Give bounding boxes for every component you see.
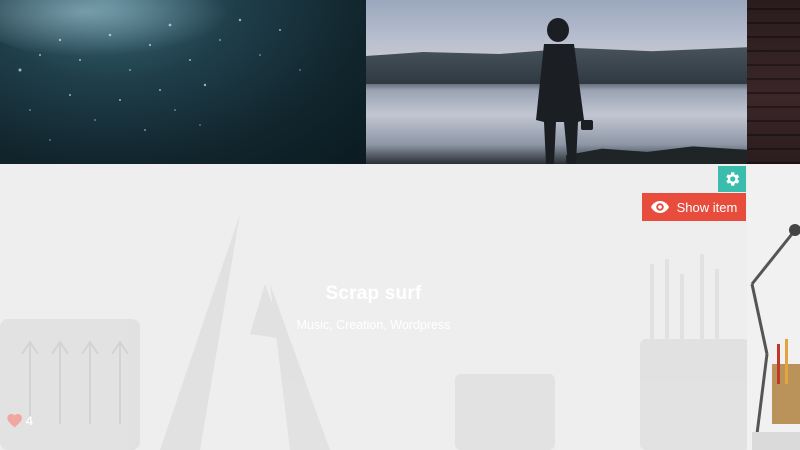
eye-icon bbox=[650, 201, 669, 213]
show-item-button[interactable]: Show item bbox=[642, 193, 746, 221]
show-item-label: Show item bbox=[676, 199, 738, 215]
thumbnail-brick[interactable] bbox=[747, 0, 800, 164]
featured-item-card[interactable] bbox=[0, 164, 747, 450]
likes-counter[interactable]: 4 bbox=[7, 414, 33, 428]
item-title[interactable]: Scrap surf bbox=[0, 283, 747, 305]
likes-count: 4 bbox=[26, 414, 33, 428]
settings-button[interactable] bbox=[718, 166, 746, 192]
thumbnail-desk[interactable] bbox=[747, 164, 800, 450]
person-silhouette bbox=[536, 18, 593, 164]
background-illustration bbox=[0, 214, 747, 450]
thumbnail-lake[interactable] bbox=[366, 0, 747, 164]
gear-icon bbox=[726, 172, 740, 186]
thumbnail-ocean[interactable] bbox=[0, 0, 366, 164]
desk-lamp-illustration bbox=[750, 224, 800, 450]
heart-icon bbox=[7, 414, 22, 428]
brick-texture bbox=[747, 0, 800, 164]
item-categories: Music, Creation, Wordpress bbox=[296, 318, 451, 332]
bubbles-texture bbox=[18, 18, 301, 141]
